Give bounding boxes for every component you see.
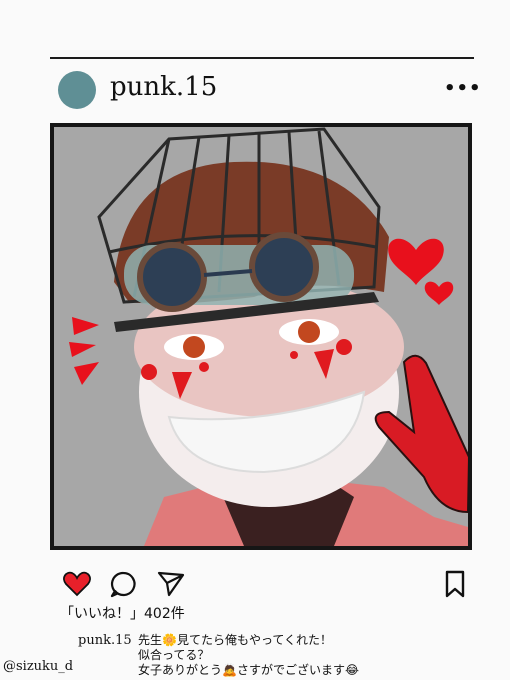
caption-line: 女子ありがとう🙇さすがでございます😂 xyxy=(138,663,359,677)
post-username[interactable]: punk.15 xyxy=(110,72,217,102)
post-image xyxy=(50,123,472,550)
caption-line: 先生🌼見てたら俺もやってくれた！ xyxy=(138,633,332,647)
paper-plane-icon[interactable] xyxy=(157,571,185,597)
heart-icon[interactable] xyxy=(63,571,91,597)
header-divider xyxy=(50,57,474,59)
like-count[interactable]: 「いいね！」402件 xyxy=(60,603,185,623)
caption-username[interactable]: punk.15 xyxy=(78,633,132,648)
post-caption: 先生🌼見てたら俺もやってくれた！ 似合ってる？ 女子ありがとう🙇さすがでございま… xyxy=(138,633,468,678)
profile-avatar[interactable] xyxy=(58,71,96,109)
more-dots-icon[interactable]: ••• xyxy=(444,78,482,99)
artist-signature: @sizuku_d xyxy=(3,659,74,674)
comment-bubble-icon[interactable] xyxy=(110,571,137,598)
caption-line: 似合ってる？ xyxy=(138,648,210,662)
bookmark-icon[interactable] xyxy=(444,570,466,598)
portrait-illustration xyxy=(54,127,468,546)
